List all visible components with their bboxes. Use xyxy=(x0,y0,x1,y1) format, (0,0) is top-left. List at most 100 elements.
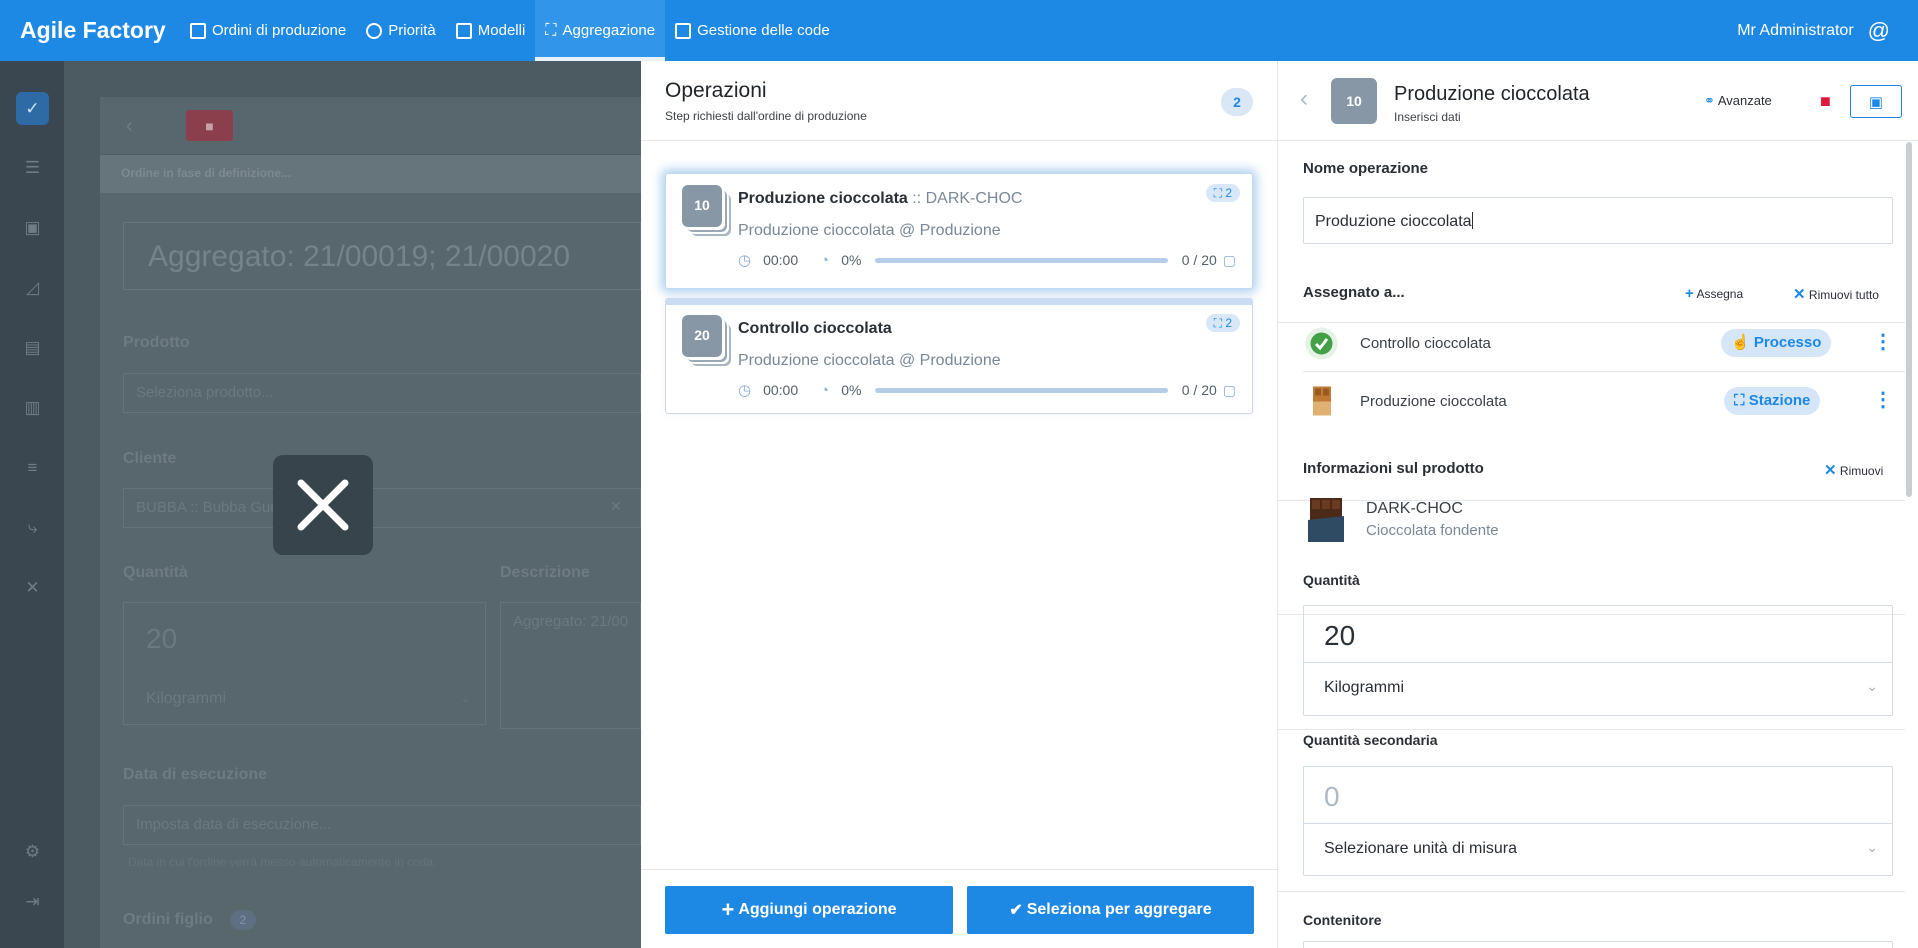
detail-step-number: 10 xyxy=(1331,78,1377,124)
remove-product-button[interactable]: ✕ Rimuovi xyxy=(1824,461,1883,479)
description-input[interactable]: Aggregato: 21/00 xyxy=(500,602,641,729)
operation-time: 00:00 xyxy=(763,252,799,268)
sidebar-logout-icon[interactable]: ⇥ xyxy=(16,885,49,918)
exec-date-input[interactable]: Imposta data di esecuzione... xyxy=(123,805,641,845)
quantity-unit: Kilogrammi xyxy=(146,690,227,707)
app-brand[interactable]: Agile Factory xyxy=(0,17,180,44)
check-process-icon xyxy=(1305,327,1338,360)
select-to-aggregate-label: Seleziona per aggregare xyxy=(1026,901,1212,918)
save-button[interactable]: ▣ xyxy=(1850,85,1902,118)
assignment-row[interactable]: Controllo cioccolata ☝ Processo ⋮ xyxy=(1303,314,1905,372)
assignment-name: Produzione cioccolata xyxy=(1360,393,1507,410)
delete-icon[interactable]: ■ xyxy=(1820,91,1831,112)
delete-order-button[interactable]: ■ xyxy=(186,110,233,141)
sidebar-bar-chart-icon[interactable]: ▤ xyxy=(16,331,49,364)
product-description: Cioccolata fondente xyxy=(1366,522,1499,539)
lock-icon: ▢ xyxy=(1222,381,1236,398)
advanced-button[interactable]: ⚭ Avanzate xyxy=(1704,93,1772,109)
main-nav: Ordini di produzione Priorità Modelli ⛶ … xyxy=(180,0,840,61)
nav-priorita[interactable]: Priorità xyxy=(356,0,446,61)
sidebar-save-icon[interactable]: ▣ xyxy=(16,211,49,244)
clear-client-icon[interactable]: ✕ xyxy=(610,498,622,515)
sidebar-tools-icon[interactable]: ✕ xyxy=(16,571,49,604)
operation-name-input[interactable]: Produzione cioccolata xyxy=(1303,197,1893,244)
left-sidebar: ✓ ☰ ▣ ◿ ▤ ▥ ≡ ⤷ ✕ ⚙ ⇥ xyxy=(0,61,64,948)
operation-card[interactable]: 20 Controllo cioccolata ⛶ 2 Produzione c… xyxy=(665,298,1253,414)
station-icon: ⛶ xyxy=(1734,392,1745,409)
remove-all-button[interactable]: ✕ Rimuovi tutto xyxy=(1793,285,1879,303)
divider xyxy=(1304,823,1892,824)
operation-step-number: 20 xyxy=(682,315,722,357)
nav-aggregazione[interactable]: ⛶ Aggregazione xyxy=(535,0,666,61)
operation-assign-badge: ⛶ 2 xyxy=(1205,184,1240,202)
back-icon[interactable]: ‹ xyxy=(126,115,133,138)
sidebar-orders-icon[interactable]: ✓ xyxy=(16,92,49,125)
nav-label: Gestione delle code xyxy=(697,22,830,39)
sidebar-area-chart-icon[interactable]: ◿ xyxy=(16,271,49,304)
sidebar-flow-icon[interactable]: ⤷ xyxy=(16,511,49,544)
more-vertical-icon[interactable]: ⋮ xyxy=(1873,387,1893,412)
secondary-unit-select[interactable]: Selezionare unità di misura xyxy=(1324,840,1517,858)
lock-icon: ▢ xyxy=(1222,251,1236,268)
operation-card[interactable]: 10 Produzione cioccolata :: DARK-CHOC ⛶ … xyxy=(665,173,1253,289)
quantity-box[interactable]: 20 Kilogrammi ⌄ xyxy=(123,602,486,725)
priority-icon xyxy=(366,22,383,39)
assign-button[interactable]: + Assegna xyxy=(1685,285,1743,302)
advanced-icon: ⚭ xyxy=(1704,93,1715,108)
add-operation-button[interactable]: + Aggiungi operazione xyxy=(665,886,953,934)
operation-percent: 0% xyxy=(841,252,862,268)
remove-all-label: Rimuovi tutto xyxy=(1808,288,1879,302)
operations-title: Operazioni xyxy=(665,79,767,102)
close-icon xyxy=(297,479,349,531)
aggregation-icon: ⛶ xyxy=(545,21,557,39)
operation-progress-bar xyxy=(875,257,1168,263)
container-input[interactable] xyxy=(1303,941,1893,948)
product-input[interactable]: Seleziona prodotto... xyxy=(123,373,641,413)
nav-modelli[interactable]: Modelli xyxy=(446,0,536,61)
operation-name-value: Produzione cioccolata xyxy=(1315,213,1472,230)
text-caret xyxy=(1471,212,1473,229)
user-name: Mr Administrator xyxy=(1737,21,1854,39)
sidebar-filters-icon[interactable]: ☰ xyxy=(16,151,49,184)
select-to-aggregate-button[interactable]: ✔ Seleziona per aggregare xyxy=(967,886,1254,934)
badge-count: 2 xyxy=(1225,316,1232,330)
sidebar-list-icon[interactable]: ≡ xyxy=(16,451,49,484)
chevron-down-icon[interactable]: ⌄ xyxy=(1866,678,1878,695)
more-vertical-icon[interactable]: ⋮ xyxy=(1873,329,1893,354)
check-icon: ✔ xyxy=(1009,902,1023,919)
description-label: Descrizione xyxy=(500,564,590,581)
queue-icon xyxy=(675,22,692,39)
top-navbar: Agile Factory Ordini di produzione Prior… xyxy=(0,0,1918,61)
operations-subtitle: Step richiesti dall'ordine di produzione xyxy=(665,109,867,123)
divider xyxy=(1304,662,1892,663)
assignment-row[interactable]: Produzione cioccolata ⛶ Stazione ⋮ xyxy=(1303,372,1905,430)
station-tag: ⛶ Stazione xyxy=(1724,387,1821,415)
sidebar-settings-icon[interactable]: ⚙ xyxy=(16,835,49,868)
chevron-down-icon[interactable]: ⌄ xyxy=(1866,839,1878,856)
detail-scrollbar[interactable] xyxy=(1906,142,1912,497)
quantity-unit-select[interactable]: Kilogrammi xyxy=(1324,679,1404,697)
operation-time: 00:00 xyxy=(763,382,799,398)
close-overlay-button[interactable] xyxy=(273,455,373,555)
chevron-down-icon[interactable]: ⌄ xyxy=(460,690,471,706)
orders-icon xyxy=(190,22,206,39)
operation-name: Produzione cioccolata xyxy=(738,190,908,207)
sidebar-stats-icon[interactable]: ▥ xyxy=(16,391,49,424)
client-value: BUBBA :: Bubba Gum xyxy=(136,499,283,516)
client-input[interactable]: BUBBA :: Bubba Gum xyxy=(123,488,641,528)
operations-count-badge: 2 xyxy=(1221,88,1253,116)
secondary-quantity-label: Quantità secondaria xyxy=(1303,732,1438,748)
quantity-value: 20 xyxy=(1324,620,1356,651)
back-chevron-icon[interactable]: ‹ xyxy=(1300,85,1308,113)
nav-label: Aggregazione xyxy=(562,22,656,39)
close-icon: ✕ xyxy=(1824,462,1837,479)
account-icon[interactable]: @ xyxy=(1868,18,1890,44)
secondary-quantity-input[interactable]: 0 Selezionare unità di misura ⌄ xyxy=(1303,766,1893,876)
quantity-input[interactable]: 20 Kilogrammi ⌄ xyxy=(1303,605,1893,716)
nav-gestione-delle-code[interactable]: Gestione delle code xyxy=(665,0,840,61)
tag-label: Processo xyxy=(1753,334,1822,351)
user-menu[interactable]: Mr Administrator @ xyxy=(1737,18,1918,44)
operation-percent: 0% xyxy=(841,382,862,398)
nav-ordini-di-produzione[interactable]: Ordini di produzione xyxy=(180,0,356,61)
order-toolbar xyxy=(100,97,641,155)
